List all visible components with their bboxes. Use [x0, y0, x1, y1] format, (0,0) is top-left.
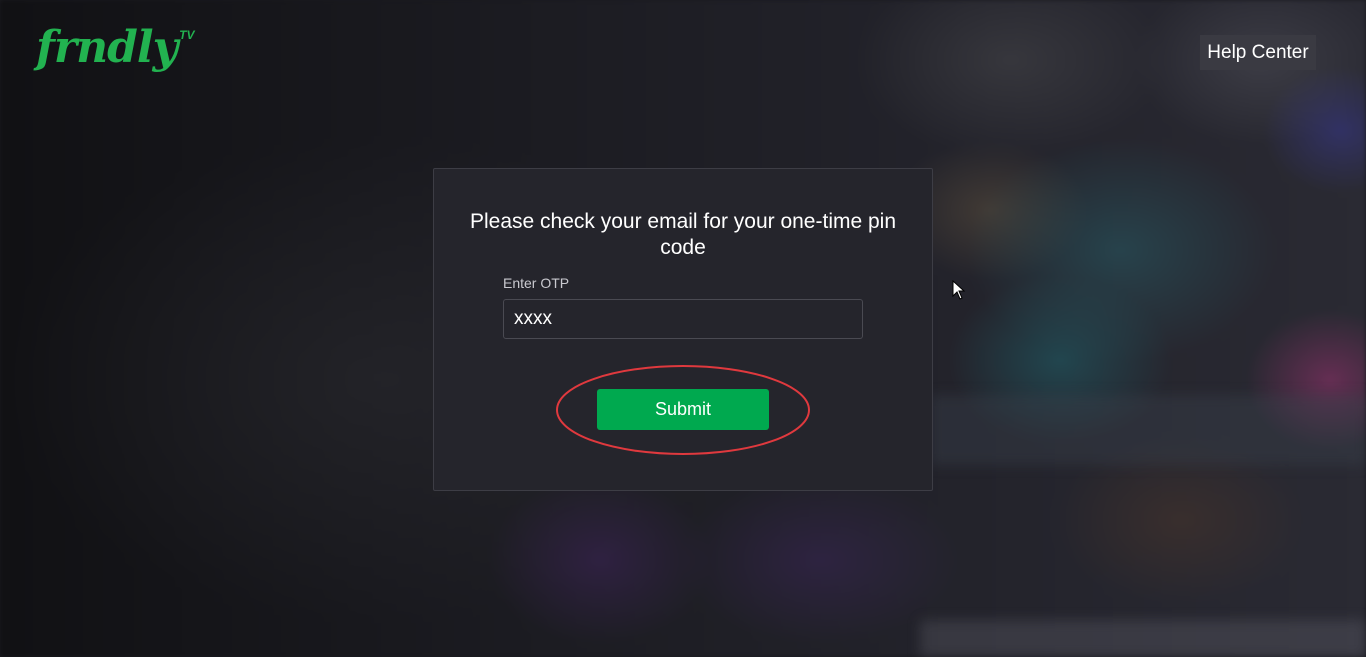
otp-dialog: Please check your email for your one-tim…: [433, 168, 933, 491]
submit-button[interactable]: Submit: [597, 389, 769, 430]
logo-wordmark: frndly: [36, 22, 178, 73]
help-center-button[interactable]: Help Center: [1200, 35, 1316, 70]
logo-tv-superscript: TV: [179, 28, 195, 42]
otp-input[interactable]: [503, 299, 863, 339]
dialog-title: Please check your email for your one-tim…: [469, 210, 897, 259]
otp-label: Enter OTP: [503, 275, 570, 291]
background-decoration: [930, 395, 1366, 465]
frndly-logo[interactable]: frndly TV: [36, 24, 195, 76]
background-decoration: [920, 620, 1366, 657]
mouse-cursor-icon: [952, 280, 966, 300]
